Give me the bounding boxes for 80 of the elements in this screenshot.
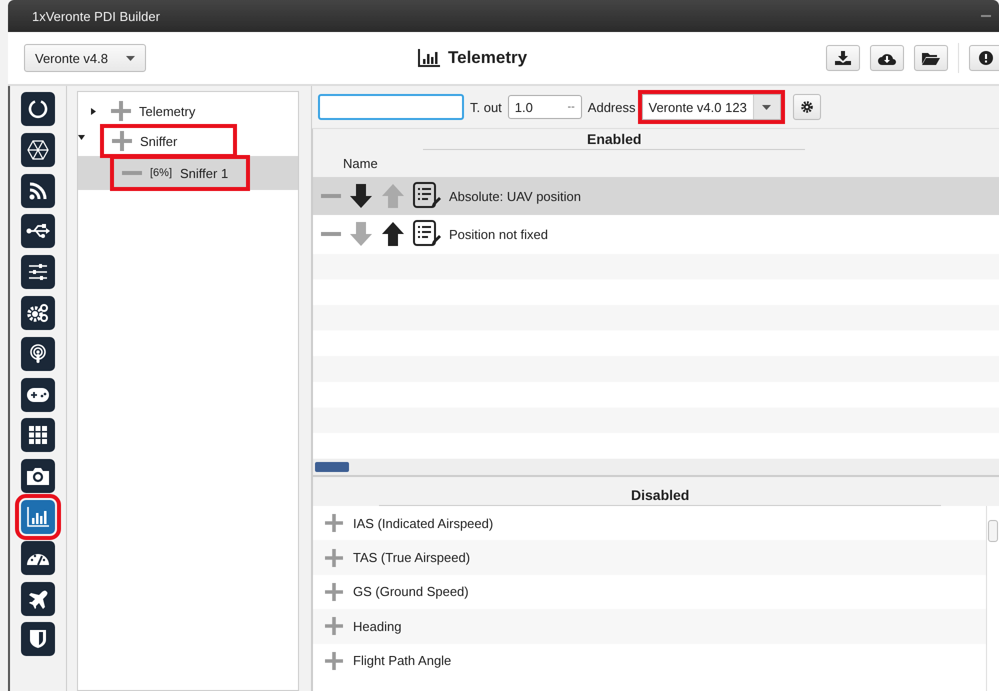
sidebar-button[interactable]: [21, 132, 55, 167]
bar-chart-icon: [27, 506, 49, 527]
plus-icon[interactable]: [325, 548, 343, 567]
sidebar-button[interactable]: [21, 622, 55, 656]
rss-icon: [29, 182, 47, 200]
sidebar-button[interactable]: [21, 296, 55, 330]
alert-button[interactable]: [969, 45, 999, 71]
plus-icon[interactable]: [325, 514, 343, 532]
sidebar-button[interactable]: [21, 214, 55, 248]
row-label: Flight Path Angle: [353, 653, 452, 668]
row-label: Heading: [353, 618, 402, 634]
column-header: Name: [342, 155, 379, 173]
section-header: Enabled: [423, 129, 806, 150]
down-arrow-icon[interactable]: [349, 184, 373, 208]
camera-icon: [27, 467, 49, 486]
plus-icon[interactable]: [325, 582, 343, 601]
sidebar-button[interactable]: [21, 336, 55, 371]
caret-icon: [762, 104, 772, 110]
row-label: IAS (Indicated Airspeed): [353, 516, 494, 531]
settings-button[interactable]: [792, 94, 821, 120]
folder-icon: [922, 52, 940, 64]
shield-icon: [30, 629, 46, 650]
edit-list-icon[interactable]: [413, 182, 441, 210]
download-button[interactable]: [826, 45, 860, 71]
download-icon: [835, 51, 851, 65]
grid-icon: [29, 426, 47, 444]
plus-icon[interactable]: [325, 652, 343, 670]
page-title: Telemetry: [448, 48, 528, 68]
sidebar-button[interactable]: [21, 92, 55, 126]
bar-chart-icon: [418, 49, 440, 67]
caret-icon: [126, 56, 135, 60]
broadcast-icon: [29, 344, 47, 364]
tree-item[interactable]: Telemetry: [78, 96, 196, 126]
sidebar-button[interactable]: [21, 582, 55, 616]
tree-row[interactable]: [6%] Sniffer 1: [78, 156, 298, 190]
sidebar-button[interactable]: [21, 540, 55, 575]
percent-label: [6%]: [150, 167, 172, 179]
gears-icon: [27, 302, 49, 323]
sidebar-button[interactable]: [21, 378, 55, 412]
edit-list-icon[interactable]: [413, 220, 441, 248]
collapse-arrow-icon[interactable]: [78, 134, 85, 141]
hexagon-icon: [27, 140, 49, 160]
tree-item[interactable]: Sniffer: [102, 126, 236, 156]
row-label: Absolute: UAV position: [449, 188, 581, 204]
sidebar-button[interactable]: [21, 255, 55, 290]
sidebar-button[interactable]: [21, 459, 55, 494]
tree-label: Sniffer: [140, 134, 178, 148]
cloud-button[interactable]: [870, 45, 904, 71]
sliders-icon: [28, 263, 48, 282]
exclamation-icon: [979, 51, 993, 65]
sidebar-button[interactable]: [21, 174, 55, 208]
timeout-field[interactable]: 1.0 --: [508, 95, 582, 119]
tree-label: Sniffer 1: [180, 166, 228, 180]
up-arrow-icon[interactable]: [381, 222, 405, 246]
usb-icon: [26, 223, 50, 240]
list-row[interactable]: Absolute: UAV position: [313, 177, 999, 215]
window-title: 1xVeronte PDI Builder: [32, 8, 160, 24]
plus-icon: [111, 101, 131, 121]
tree-label: Telemetry: [139, 104, 196, 118]
plus-icon[interactable]: [325, 617, 343, 636]
scrollbar-thumb[interactable]: [315, 462, 349, 472]
settings-icon: [800, 101, 813, 113]
minus-icon: [122, 171, 142, 175]
row-label: Position not fixed: [449, 226, 548, 242]
plus-icon: [112, 131, 132, 151]
version-dropdown[interactable]: Veronte v4.8: [24, 44, 146, 72]
expand-arrow-icon[interactable]: [90, 108, 97, 114]
airplane-icon: [28, 588, 48, 609]
timeout-label: T. out: [470, 100, 502, 114]
gamepad-icon: [27, 388, 49, 402]
search-field[interactable]: [318, 94, 464, 120]
address-label: Address: [588, 100, 636, 114]
open-folder-button[interactable]: [914, 45, 948, 71]
row-label: TAS (True Airspeed): [353, 550, 470, 566]
cloud-download-icon: [878, 52, 896, 64]
ring-icon: [28, 99, 48, 119]
minimize-icon[interactable]: [981, 14, 991, 18]
row-label: GS (Ground Speed): [353, 584, 469, 600]
tree-item[interactable]: [6%] Sniffer 1: [114, 159, 246, 187]
sidebar-button[interactable]: [21, 418, 55, 452]
